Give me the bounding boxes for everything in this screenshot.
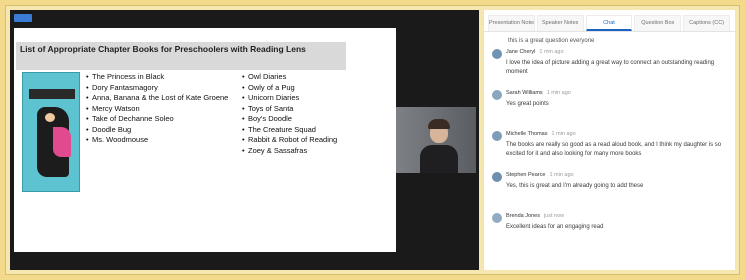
chat-message-text: I love the idea of picture adding a grea… xyxy=(506,60,715,75)
book-list-right: Owl Diaries Owly of a Pug Unicorn Diarie… xyxy=(242,72,392,156)
book-cover-band xyxy=(29,89,75,99)
chat-sidebar: Presentation Notes Speaker Notes Chat Qu… xyxy=(483,10,736,270)
tab-captions[interactable]: Captions (CC) xyxy=(683,15,730,31)
chat-message-text: Yes, this is great and I'm already going… xyxy=(506,183,644,189)
chat-timestamp: 1 min ago xyxy=(551,131,576,137)
chat-author: Brenda Jones xyxy=(506,213,540,219)
list-item: Anna, Banana & the Lost of Kate Groene xyxy=(86,93,234,104)
recording-badge xyxy=(14,14,32,22)
book-list-left: The Princess in Black Dory Fantasmagory … xyxy=(86,72,234,146)
tab-speaker-notes[interactable]: Speaker Notes xyxy=(536,15,584,31)
list-item: Zoey & Sassafras xyxy=(242,146,392,157)
sidebar-tabs: Presentation Notes Speaker Notes Chat Qu… xyxy=(484,10,736,32)
chat-author: Michelle Thomas xyxy=(506,131,548,137)
list-item: The Creature Squad xyxy=(242,125,392,136)
chat-message-text: The books are really so good as a read a… xyxy=(506,142,722,157)
chat-timestamp: 1 min ago xyxy=(546,90,571,96)
chat-message-meta: Michelle Thomas 1 min ago xyxy=(506,131,576,137)
tab-question-box[interactable]: Question Box xyxy=(634,15,682,31)
list-item: Unicorn Diaries xyxy=(242,93,392,104)
chat-timestamp: 1 min ago xyxy=(549,172,574,178)
chat-author: Jane Cheryl xyxy=(506,49,536,55)
book-cover-cape xyxy=(53,127,71,157)
chat-timestamp: just now xyxy=(543,213,565,219)
chat-message: Stephen Pearce 1 min ago Yes, this is gre… xyxy=(492,171,728,207)
tab-presentation-notes[interactable]: Presentation Notes xyxy=(488,15,535,31)
list-item: Toys of Santa xyxy=(242,104,392,115)
chat-author: Stephen Pearce xyxy=(506,172,546,178)
list-item: Owl Diaries xyxy=(242,72,392,83)
list-item: Dory Fantasmagory xyxy=(86,83,234,94)
chat-author: Sarah Williams xyxy=(506,90,543,96)
chat-timestamp: 1 min ago xyxy=(539,49,564,55)
chat-message-meta: Jane Cheryl 1 min ago xyxy=(506,49,564,55)
avatar xyxy=(492,131,502,141)
avatar xyxy=(492,172,502,182)
presenter-webcam xyxy=(396,107,476,173)
presenter-body xyxy=(420,145,458,173)
chat-message-meta: Sarah Williams 1 min ago xyxy=(506,90,571,96)
list-item: Ms. Woodmouse xyxy=(86,135,234,146)
chat-message: Brenda Jones just now Excellent ideas for… xyxy=(492,212,728,248)
tab-chat[interactable]: Chat xyxy=(585,15,633,31)
list-item: Boy's Doodle xyxy=(242,114,392,125)
list-item: Take of Dechanne Soleo xyxy=(86,114,234,125)
chat-previous-message: this is a great question everyone xyxy=(508,38,595,44)
avatar xyxy=(492,90,502,100)
list-item: The Princess in Black xyxy=(86,72,234,83)
presentation-video-area: List of Appropriate Chapter Books for Pr… xyxy=(10,10,479,270)
chat-message: Jane Cheryl 1 min ago I love the idea of … xyxy=(492,48,728,84)
slide-title: List of Appropriate Chapter Books for Pr… xyxy=(16,42,346,70)
chat-message: Michelle Thomas 1 min ago The books are r… xyxy=(492,130,728,166)
presentation-slide: List of Appropriate Chapter Books for Pr… xyxy=(14,28,396,252)
chat-message-list[interactable]: this is a great question everyone Jane C… xyxy=(484,34,736,270)
presenter-hair xyxy=(428,119,450,129)
book-cover-image xyxy=(22,72,80,192)
list-item: Mercy Watson xyxy=(86,104,234,115)
avatar xyxy=(492,49,502,59)
list-item: Rabbit & Robot of Reading xyxy=(242,135,392,146)
chat-message-meta: Stephen Pearce 1 min ago xyxy=(506,172,574,178)
chat-message: Sarah Williams 1 min ago Yes great points xyxy=(492,89,728,125)
chat-message-meta: Brenda Jones just now xyxy=(506,213,564,219)
chat-message-text: Yes great points xyxy=(506,101,549,107)
list-item: Doodle Bug xyxy=(86,125,234,136)
list-item: Owly of a Pug xyxy=(242,83,392,94)
chat-message-text: Excellent ideas for an engaging read xyxy=(506,224,604,230)
book-cover-face xyxy=(45,113,55,122)
avatar xyxy=(492,213,502,223)
